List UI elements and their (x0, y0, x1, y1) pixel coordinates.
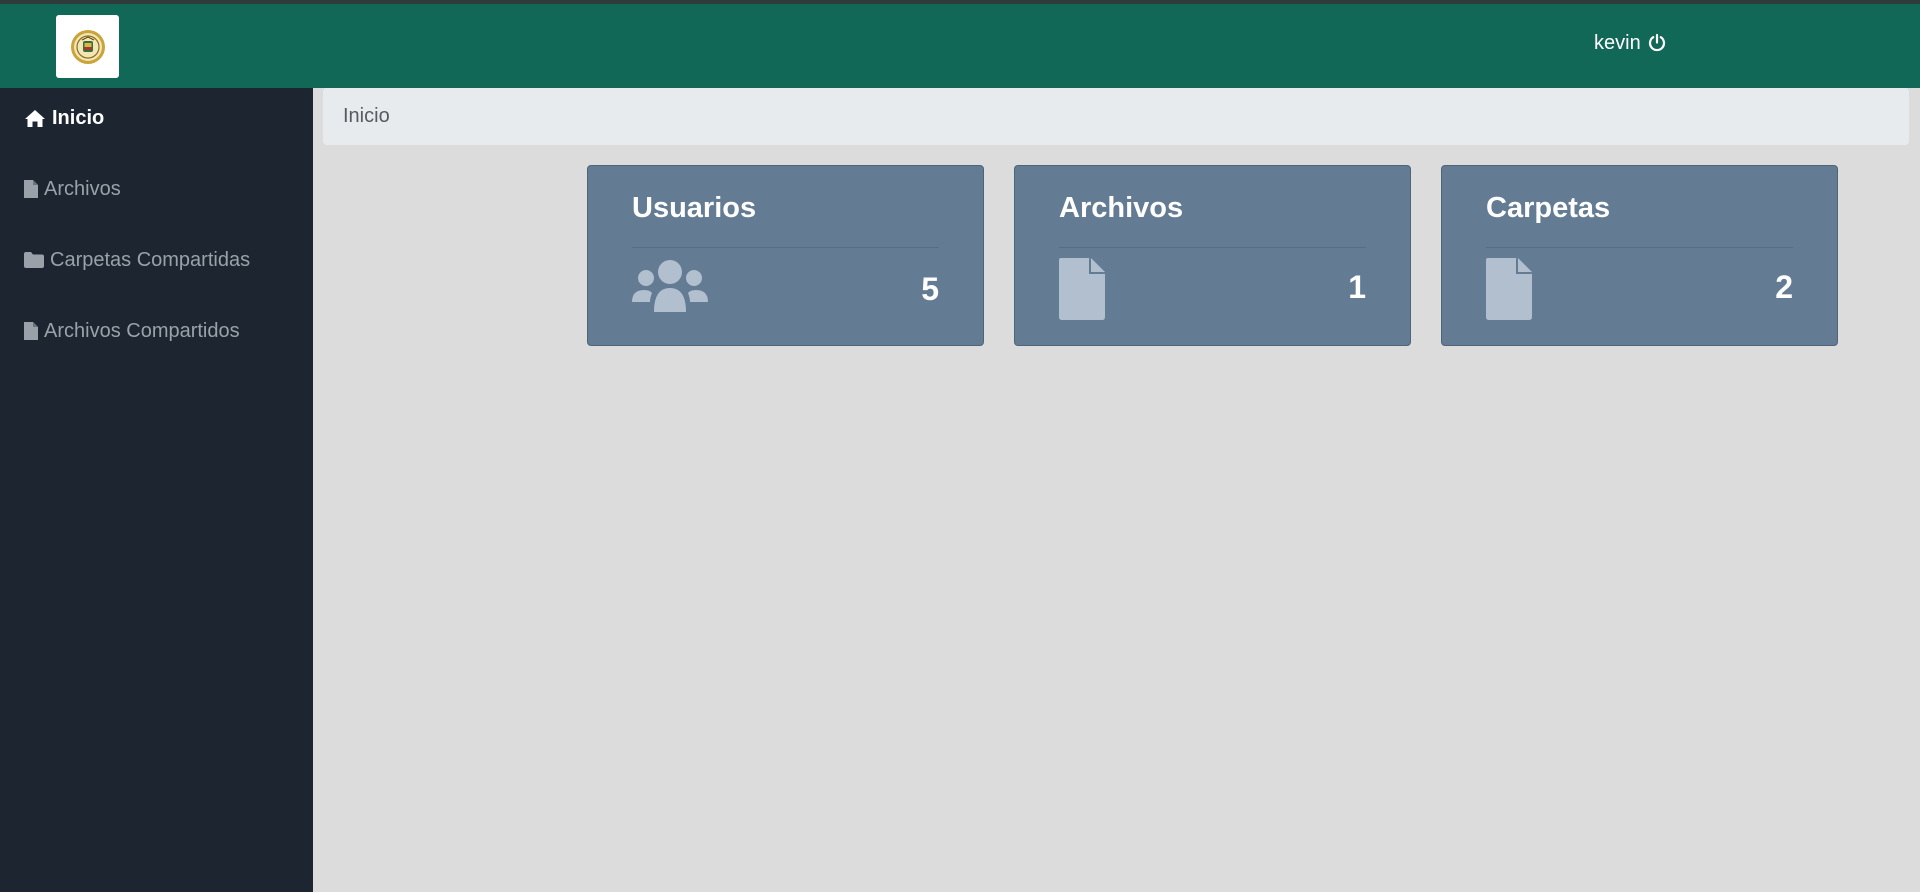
card-title: Usuarios (632, 192, 757, 224)
home-icon (25, 109, 45, 127)
breadcrumb-current: Inicio (343, 105, 390, 127)
card-divider (1486, 247, 1793, 248)
sidebar-item-label: Inicio (52, 106, 105, 129)
file-icon (24, 180, 38, 198)
username: kevin (1594, 31, 1641, 54)
sidebar-item-archivos-compartidos[interactable]: Archivos Compartidos (24, 316, 240, 346)
breadcrumb: Inicio (323, 88, 1909, 145)
card-title: Carpetas (1486, 192, 1611, 224)
card-divider (632, 247, 939, 248)
sidebar: Inicio Archivos Carpetas Compartidas Arc… (0, 88, 313, 892)
top-header: kevin (0, 4, 1920, 88)
sidebar-item-carpetas-compartidas[interactable]: Carpetas Compartidas (24, 245, 250, 275)
stat-card-carpetas[interactable]: Carpetas 2 (1441, 165, 1838, 346)
card-count: 1 (1348, 269, 1366, 305)
sidebar-item-inicio[interactable]: Inicio (24, 103, 104, 133)
logo[interactable] (56, 15, 119, 78)
stat-card-archivos[interactable]: Archivos 1 (1014, 165, 1411, 346)
user-menu[interactable]: kevin (1594, 28, 1667, 58)
stat-card-usuarios[interactable]: Usuarios 5 (587, 165, 984, 346)
card-count: 2 (1775, 269, 1793, 305)
sidebar-item-label: Carpetas Compartidas (50, 248, 251, 271)
file-icon (1486, 258, 1532, 320)
card-title: Archivos (1059, 192, 1184, 224)
card-divider (1059, 247, 1366, 248)
seal-logo-icon (70, 29, 105, 64)
file-icon (1059, 258, 1105, 320)
sidebar-item-label: Archivos Compartidos (44, 319, 240, 342)
card-count: 5 (921, 271, 939, 307)
power-icon[interactable] (1647, 33, 1667, 53)
sidebar-item-archivos[interactable]: Archivos (24, 174, 121, 204)
sidebar-item-label: Archivos (44, 177, 121, 200)
folder-icon (24, 252, 44, 268)
file-icon (24, 322, 38, 340)
users-icon (632, 260, 708, 312)
